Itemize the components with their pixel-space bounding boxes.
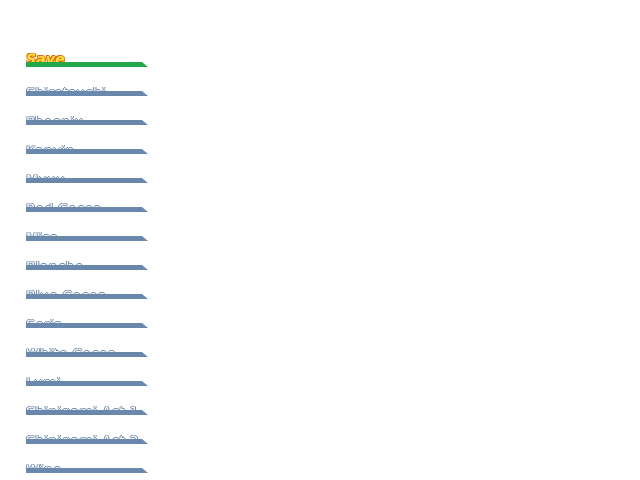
menu-item-misa[interactable]: Misa	[26, 212, 148, 241]
menu-item-blanche[interactable]: Blanche	[26, 241, 148, 270]
menu-item-phoenix[interactable]: Phoenix	[26, 96, 148, 125]
menu-item-shinigami-act-2[interactable]: Shinigami Act 2	[26, 415, 148, 444]
menu-item-blue-cocoa[interactable]: Blue Cocoa	[26, 270, 148, 299]
menu-item-lumi[interactable]: Lumi	[26, 357, 148, 386]
menu-item-seria[interactable]: Seria	[26, 299, 148, 328]
menu-item-shinigami-act-1[interactable]: Shinigami Act 1	[26, 386, 148, 415]
menu-item-underline	[26, 468, 148, 473]
menu-item-wine[interactable]: Wine	[26, 444, 148, 473]
save-slot-menu: Save Shirotsuchi Phoenix Kanyin Myuu Red…	[26, 38, 148, 473]
menu-item-save[interactable]: Save	[26, 38, 148, 67]
menu-item-myuu[interactable]: Myuu	[26, 154, 148, 183]
menu-item-shirotsuchi[interactable]: Shirotsuchi	[26, 67, 148, 96]
menu-item-red-cocoa[interactable]: Red Cocoa	[26, 183, 148, 212]
menu-item-kanyin[interactable]: Kanyin	[26, 125, 148, 154]
menu-item-white-cocoa[interactable]: White Cocoa	[26, 328, 148, 357]
